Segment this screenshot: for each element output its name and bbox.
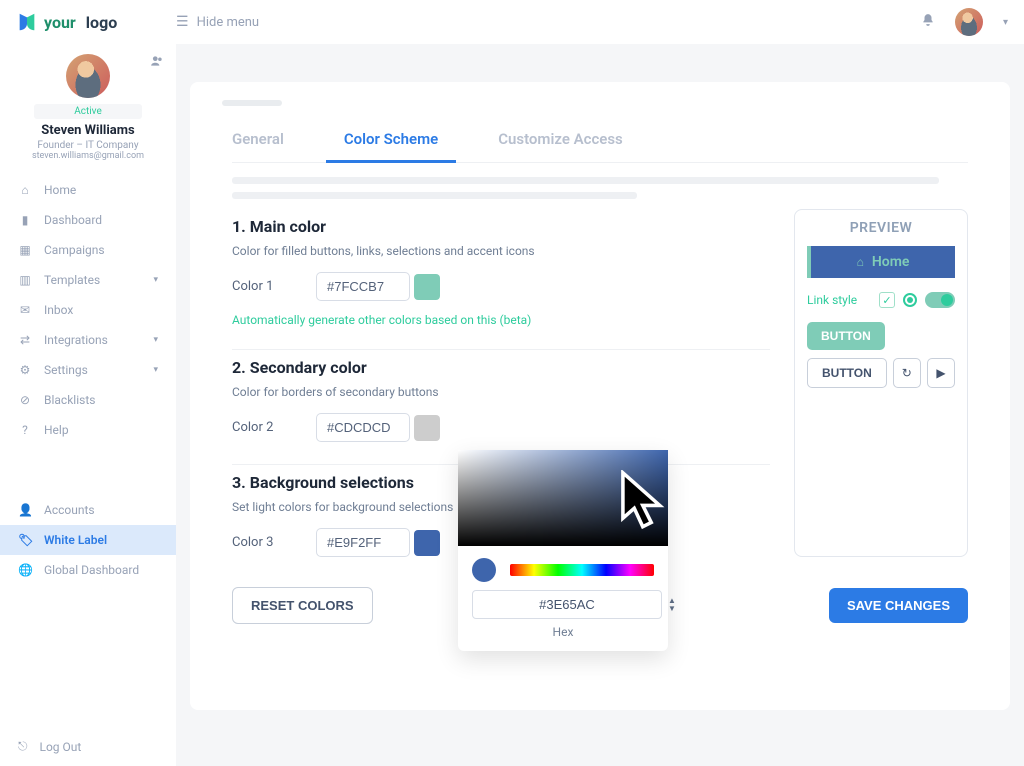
preview-checkbox[interactable]: ✓ — [879, 292, 895, 308]
team-icon[interactable] — [150, 54, 164, 71]
logo-text-2: logo — [86, 13, 117, 32]
color-picker-popup[interactable]: ▲▼ Hex — [458, 450, 668, 651]
tab-general[interactable]: General — [232, 122, 284, 162]
sidebar-item-integrations[interactable]: ⇄Integrations▾ — [0, 325, 176, 355]
bell-icon[interactable] — [921, 13, 935, 31]
section-main-color-desc: Color for filled buttons, links, selecti… — [232, 244, 770, 258]
section-secondary-color-desc: Color for borders of secondary buttons — [232, 385, 770, 399]
collapse-menu-icon: ☰ — [176, 14, 189, 30]
sidebar: Active Steven Williams Founder – IT Comp… — [0, 44, 176, 766]
user-icon: 👤 — [18, 503, 32, 517]
preview-outline-button[interactable]: BUTTON — [807, 358, 887, 388]
divider — [232, 349, 770, 350]
integrations-icon: ⇄ — [18, 333, 32, 347]
color2-label: Color 2 — [232, 420, 288, 435]
color1-label: Color 1 — [232, 279, 288, 294]
color3-label: Color 3 — [232, 535, 288, 550]
sidebar-item-campaigns[interactable]: ▦Campaigns — [0, 235, 176, 265]
status-badge: Active — [34, 104, 142, 119]
tab-color-scheme[interactable]: Color Scheme — [344, 122, 438, 162]
color2-swatch[interactable] — [414, 415, 440, 441]
preview-filled-button[interactable]: BUTTON — [807, 322, 885, 350]
sidebar-item-dashboard[interactable]: ▮Dashboard — [0, 205, 176, 235]
templates-icon: ▥ — [18, 273, 32, 287]
color3-input[interactable] — [316, 528, 410, 557]
chevron-down-icon: ▾ — [153, 335, 158, 345]
loading-placeholder — [222, 100, 282, 106]
grid-icon: ▦ — [18, 243, 32, 257]
sidebar-item-home[interactable]: ⌂Home — [0, 175, 176, 205]
help-icon: ? — [18, 423, 32, 437]
globe-icon: 🌐 — [18, 563, 32, 577]
topbar: your logo ☰ Hide menu ▾ — [0, 0, 1024, 44]
logo-mark-icon — [16, 11, 38, 33]
logo-text-1: your — [44, 13, 76, 32]
color1-swatch[interactable] — [414, 274, 440, 300]
color-picker-hue-slider[interactable] — [510, 564, 654, 576]
sidebar-item-settings[interactable]: ⚙Settings▾ — [0, 355, 176, 385]
color2-input[interactable] — [316, 413, 410, 442]
color-picker-saturation[interactable] — [458, 450, 668, 546]
hex-label: Hex — [458, 625, 668, 639]
gear-icon: ⚙ — [18, 363, 32, 377]
refresh-icon-button[interactable]: ↻ — [893, 358, 921, 388]
sidebar-item-global-dashboard[interactable]: 🌐Global Dashboard — [0, 555, 176, 585]
logout-icon: ⎋ — [18, 739, 28, 754]
chevron-down-icon[interactable]: ▾ — [1003, 17, 1008, 28]
home-icon: ⌂ — [18, 183, 32, 197]
hide-menu-label: Hide menu — [197, 15, 260, 30]
tabs: General Color Scheme Customize Access — [232, 122, 968, 163]
chart-icon: ▮ — [18, 213, 32, 227]
section-secondary-color-title: 2. Secondary color — [232, 358, 770, 377]
home-icon: ⌂ — [857, 255, 864, 269]
link-style-label: Link style — [807, 293, 857, 307]
profile-role: Founder – IT Company — [8, 140, 168, 151]
reset-colors-button[interactable]: RESET COLORS — [232, 587, 373, 624]
save-changes-button[interactable]: SAVE CHANGES — [829, 588, 968, 623]
sidebar-item-help[interactable]: ?Help — [0, 415, 176, 445]
profile-avatar[interactable] — [66, 54, 110, 98]
color3-swatch[interactable] — [414, 530, 440, 556]
hide-menu-toggle[interactable]: ☰ Hide menu — [176, 14, 259, 30]
preview-title: PREVIEW — [807, 220, 955, 236]
sidebar-item-accounts[interactable]: 👤Accounts — [0, 495, 176, 525]
profile-block: Active Steven Williams Founder – IT Comp… — [0, 44, 176, 167]
profile-name: Steven Williams — [8, 123, 168, 138]
color1-input[interactable] — [316, 272, 410, 301]
preview-home-button[interactable]: ⌂ Home — [807, 246, 955, 278]
brand-logo[interactable]: your logo — [16, 11, 176, 33]
hex-stepper[interactable]: ▲▼ — [668, 597, 676, 613]
chevron-down-icon: ▾ — [153, 275, 158, 285]
blacklist-icon: ⊘ — [18, 393, 32, 407]
sidebar-item-inbox[interactable]: ✉Inbox — [0, 295, 176, 325]
sidebar-item-blacklists[interactable]: ⊘Blacklists — [0, 385, 176, 415]
inbox-icon: ✉ — [18, 303, 32, 317]
color-picker-hex-input[interactable] — [472, 590, 662, 619]
logout-button[interactable]: ⎋Log Out — [0, 726, 176, 766]
preview-card: PREVIEW ⌂ Home Link style ✓ BUTTON BUTTO… — [794, 209, 968, 557]
auto-generate-link[interactable]: Automatically generate other colors base… — [232, 313, 770, 327]
tab-customize-access[interactable]: Customize Access — [498, 122, 623, 162]
play-icon-button[interactable]: ▶ — [927, 358, 955, 388]
sidebar-item-white-label[interactable]: 🏷White Label — [0, 525, 176, 555]
sidebar-item-templates[interactable]: ▥Templates▾ — [0, 265, 176, 295]
preview-radio[interactable] — [903, 293, 917, 307]
preview-toggle[interactable] — [925, 292, 955, 308]
profile-email: steven.williams@gmail.com — [8, 151, 168, 161]
section-main-color-title: 1. Main color — [232, 217, 770, 236]
chevron-down-icon: ▾ — [153, 365, 158, 375]
user-avatar[interactable] — [955, 8, 983, 36]
tag-icon: 🏷 — [18, 533, 32, 547]
step-down-icon[interactable]: ▼ — [668, 605, 676, 613]
placeholder-lines — [232, 177, 968, 199]
color-picker-preview-swatch — [472, 558, 496, 582]
